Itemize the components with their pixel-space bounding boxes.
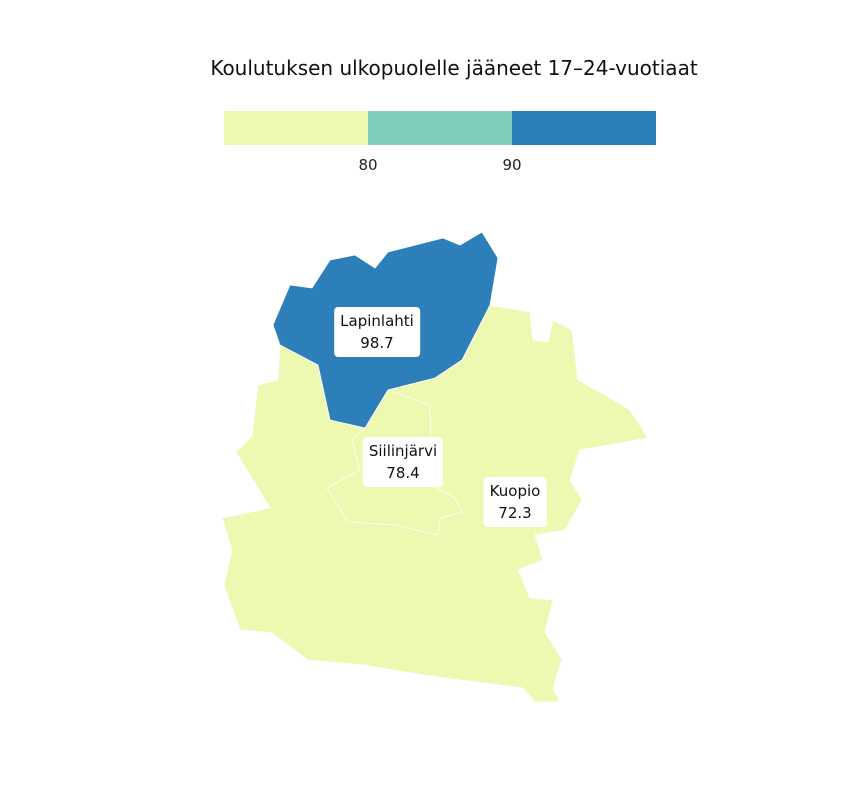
label-kuopio: Kuopio 72.3 xyxy=(483,477,547,527)
region-value: 98.7 xyxy=(360,334,394,352)
region-value: 78.4 xyxy=(386,464,420,482)
label-lapinlahti: Lapinlahti 98.7 xyxy=(334,307,420,357)
region-value: 72.3 xyxy=(498,504,532,522)
choropleth-map xyxy=(221,231,649,703)
label-siilinjarvi: Siilinjärvi 78.4 xyxy=(362,437,444,487)
region-name: Lapinlahti xyxy=(340,312,414,330)
region-name: Siilinjärvi xyxy=(368,442,438,460)
region-name: Kuopio xyxy=(489,482,541,500)
